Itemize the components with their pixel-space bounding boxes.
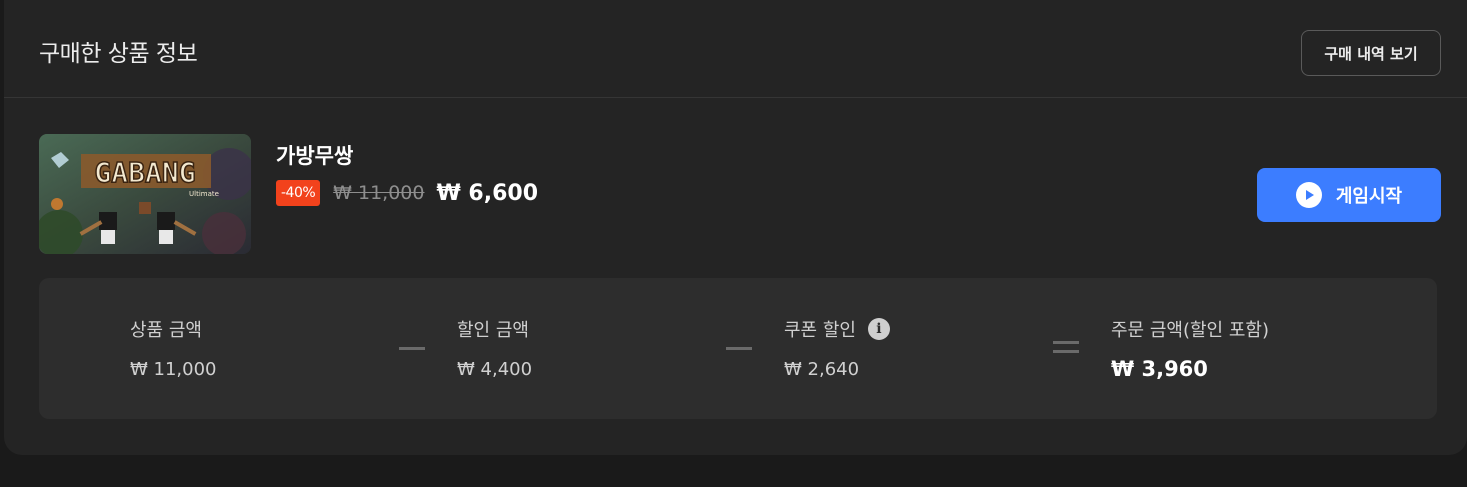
game-start-button[interactable]: 게임시작: [1257, 168, 1441, 222]
game-thumbnail[interactable]: GABANG Ultimate: [39, 134, 251, 254]
price-summary: 상품 금액 ₩ 11,000 할인 금액 ₩ 4,400 쿠폰 할인 i ₩ 2…: [39, 278, 1437, 419]
summary-value: ₩ 11,000: [130, 359, 217, 380]
order-total-value: ₩ 3,960: [1111, 357, 1208, 381]
summary-label: 할인 금액: [457, 320, 529, 341]
original-price: ₩ 11,000: [333, 182, 425, 204]
thumbnail-sub-text: Ultimate: [189, 190, 219, 198]
game-thumbnail-art: GABANG Ultimate: [39, 134, 251, 254]
discount-badge: -40%: [276, 180, 321, 206]
product-name[interactable]: 가방무쌍: [276, 140, 353, 170]
equals-operator: [1053, 341, 1079, 353]
info-icon[interactable]: i: [867, 318, 890, 340]
summary-label: 상품 금액: [130, 320, 202, 341]
summary-label-row: 쿠폰 할인 i: [784, 316, 890, 342]
thumbnail-logo-text: GABANG: [94, 156, 195, 189]
summary-order-total: 주문 금액(할인 포함) ₩ 3,960: [1111, 316, 1269, 381]
summary-label: 주문 금액(할인 포함): [1111, 320, 1269, 341]
summary-discount-amount: 할인 금액 ₩ 4,400: [457, 316, 532, 380]
page-title: 구매한 상품 정보: [39, 41, 198, 67]
summary-product-amount: 상품 금액 ₩ 11,000: [130, 316, 217, 380]
summary-label: 쿠폰 할인: [784, 320, 856, 341]
game-start-label: 게임시작: [1335, 186, 1403, 207]
product-row: GABANG Ultimate 가방무쌍 -40% ₩ 11,000 ₩ 6,6…: [4, 98, 1467, 278]
price-line: -40% ₩ 11,000 ₩ 6,600: [276, 180, 538, 206]
summary-value: ₩ 4,400: [457, 359, 533, 380]
summary-value: ₩ 2,640: [784, 359, 860, 380]
summary-coupon-discount: 쿠폰 할인 i ₩ 2,640: [784, 316, 890, 380]
purchased-product-card: 구매한 상품 정보 구매 내역 보기 GABANG Ultimate 가방무쌍 …: [4, 0, 1467, 455]
final-price: ₩ 6,600: [436, 180, 538, 206]
purchase-history-button[interactable]: 구매 내역 보기: [1301, 30, 1441, 76]
minus-operator: [726, 347, 752, 350]
play-circle-icon: [1295, 182, 1322, 208]
minus-operator: [399, 347, 425, 350]
card-header: 구매한 상품 정보 구매 내역 보기: [4, 0, 1467, 98]
